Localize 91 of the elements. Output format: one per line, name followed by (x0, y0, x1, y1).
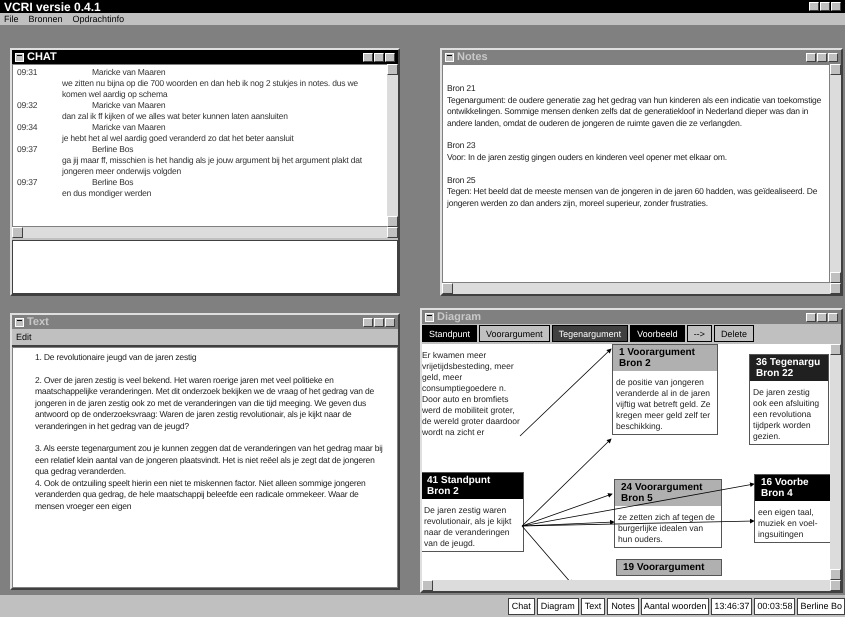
node-header: 16 Voorbe Bron 4 (755, 475, 830, 501)
node-text: de positie van jongeren veranderde al in de jaren vijftig wat betreft geld. Ze kregen meer geld zelf ter beschikking. (615, 376, 712, 433)
node-header: 1 Voorargument Bron 2 (613, 345, 717, 371)
close-button[interactable] (828, 312, 838, 322)
maximize-button[interactable] (820, 2, 830, 11)
close-button[interactable] (828, 52, 838, 62)
message-time: 09:37 (17, 144, 38, 155)
maximize-button[interactable] (817, 52, 827, 62)
diagram-tool-button[interactable]: --> (686, 325, 712, 342)
message-time: 09:34 (17, 122, 38, 133)
chat-input-field[interactable] (12, 240, 398, 294)
node-text: een eigen taal, muziek en voel- ingsuitingen (757, 506, 819, 541)
message-text: ga jij maar ff, misschien is het handig als je jouw argument bij het argument plakt dat jongeren meer onderwijs volgden (60, 155, 363, 177)
minimize-button[interactable] (363, 318, 373, 326)
status-window-button[interactable]: Chat (508, 598, 535, 614)
close-button[interactable] (385, 52, 395, 62)
note-text: Tegenargument: de oudere generatie zag het gedrag van hun kinderen als een indicatie van toekomstige ontwikkelingen. Sommige mensen denken zelfs dat de generatiekloof in Nederland dieper was dan in andere landen, omdat de ouderen de jongeren de ruimte gaven die ze verlangden. (447, 94, 822, 130)
message-text: en dus mondiger werden (61, 188, 152, 199)
node-text: De jaren zestig waren revolutionair, als je kijkt naar de veranderingen van de jeugd. (423, 504, 512, 550)
note-source: Bron 25 (447, 174, 476, 186)
node-text: ze zetten zich af tegen de burgerlijke idealen van hun ouders. (617, 511, 716, 546)
horizontal-scrollbar[interactable] (422, 580, 841, 591)
message-author: Maricke van Maaren (92, 100, 166, 111)
message-author: Berline Bos (92, 144, 134, 155)
status-field: 00:03:58 (754, 598, 796, 614)
minimize-button[interactable] (806, 52, 816, 62)
diagram-tool-button[interactable]: Tegenargument (552, 325, 628, 342)
status-window-button[interactable]: Text (580, 598, 606, 614)
diagram-tool-button[interactable]: Delete (714, 325, 754, 342)
vertical-scrollbar[interactable] (830, 64, 841, 283)
status-window-button[interactable]: Notes (607, 598, 639, 614)
message-time: 09:32 (17, 100, 38, 111)
horizontal-scrollbar[interactable] (442, 283, 841, 294)
minimize-button[interactable] (363, 52, 373, 62)
menu-item[interactable]: Edit (16, 332, 32, 342)
note-text: Tegen: Het beeld dat de meeste mensen van de jongeren in de jaren 60 hadden, was geïdealiseerd. De jongeren werden zo dan anders zijn, moreel superieur, zonder frustraties. (447, 186, 818, 210)
window-icon (445, 52, 454, 62)
window-icon (15, 52, 24, 62)
message-text: dan zal ik ff kijken of we alles wat beter kunnen laten aansluiten (61, 111, 289, 122)
diagram-node[interactable]: 19 Voorargument (616, 559, 722, 576)
note-text: Voor: In de jaren zestig gingen ouders en kinderen veel opener met elkaar om. (447, 152, 728, 164)
node-text: De jaren zestig ook een afsluiting een revolutiona tijdperk worden gezien. (752, 386, 820, 443)
text-paragraph: 1. De revolutionaire jeugd van de jaren zestig (35, 352, 198, 364)
status-field: Aantal woorden (640, 598, 710, 614)
diagram-tool-button[interactable]: Voorbeeld (630, 325, 685, 342)
message-author: Maricke van Maaren (92, 122, 166, 133)
close-button[interactable] (385, 318, 395, 326)
window-title: Text (27, 316, 49, 328)
message-text: je hebt het al wel aardig goed veranderd zo dat het beter aansluit (60, 133, 295, 144)
maximize-button[interactable] (817, 312, 827, 322)
message-text: we zitten nu bijna op die 700 woorden en dan heb ik nog 2 stukjes in notes. dus we komen wel aardig op schema (61, 78, 359, 100)
message-time: 09:31 (17, 67, 38, 78)
vertical-scrollbar[interactable] (387, 64, 398, 227)
status-window-button[interactable]: Diagram (536, 598, 579, 614)
window-title: Notes (457, 51, 488, 63)
note-source: Bron 23 (447, 140, 476, 152)
diagram-node[interactable]: 36 Tegenargu Bron 22 De jaren zestig ook een afsluiting een revolutiona tijdperk worden gezien. (749, 354, 829, 445)
node-text: Er kwamen meer vrijetijdsbesteding, meer geld, meer consumptiegoedere n. Door auto en bromfiets werd de mobiliteit groter, de wereld groter daardoor wordt na zicht er (422, 349, 521, 439)
close-button[interactable] (831, 2, 841, 11)
menu-item[interactable]: Bronnen (28, 14, 63, 24)
node-header: 41 Standpunt Bron 2 (422, 473, 523, 499)
horizontal-scrollbar[interactable] (12, 227, 398, 238)
app-title: VCRI versie 0.4.1 (4, 0, 101, 14)
text-paragraph: 2. Over de jaren zestig is veel bekend. Het waren roerige jaren met veel politieke en maatschappelijke veranderingen. Met dit onderzoek bekijken we de vraag of het gedrag van de jongeren in de jaren zestig ook zo met de veranderingen van die tijd meeging. We geven dus antwoord op de onderzoeksvraag: Waren de jaren zestig revolutionair, als je kijkt naar de veranderingen in het gedrag van de jeugd? (35, 374, 376, 432)
status-field: 13:46:37 (711, 598, 752, 614)
diagram-node[interactable]: 24 Voorargument Bron 5 ze zetten zich af tegen de burgerlijke idealen van hun ouders. (614, 479, 722, 548)
maximize-button[interactable] (374, 52, 384, 62)
status-field: Berline Bo (797, 598, 845, 614)
diagram-node[interactable]: 16 Voorbe Bron 4 een eigen taal, muziek en voel- ingsuitingen (754, 474, 830, 543)
window-icon (425, 312, 434, 322)
minimize-button[interactable] (806, 312, 816, 322)
diagram-node[interactable]: 41 Standpunt Bron 2 De jaren zestig waren revolutionair, als je kijkt naar de veranderingen van de jeugd. (422, 472, 524, 552)
menu-item[interactable]: Opdrachtinfo (72, 14, 124, 24)
diagram-tool-button[interactable]: Voorargument (479, 325, 550, 342)
diagram-tool-button[interactable]: Standpunt (422, 325, 478, 342)
maximize-button[interactable] (374, 318, 384, 326)
node-header: 24 Voorargument Bron 5 (615, 480, 721, 506)
text-paragraph: 4. Ook de ontzuiling speelt hierin een niet te miskennen factor. Niet alleen sommige jongeren veranderden qua gedrag, de hele maatschappij beleefde een radicale ommekeer. Waar de mensen vroeger een eigen (35, 478, 367, 512)
node-header: 36 Tegenargu Bron 22 (750, 355, 828, 381)
message-time: 09:37 (17, 177, 38, 188)
message-author: Berline Bos (92, 177, 134, 188)
text-paragraph: 3. Als eerste tegenargument zou je kunnen zeggen dat de veranderingen van het gedrag maar bij een relatief klein aantal van de jongeren plaatsvindt. Het is niet reëel als je zegt dat de jongeren qua gedrag veranderden. (35, 443, 384, 478)
window-title: Diagram (437, 311, 482, 323)
window-title: CHAT (27, 51, 57, 63)
message-author: Maricke van Maaren (92, 67, 166, 78)
window-icon (15, 318, 24, 326)
menu-item[interactable]: File (4, 14, 19, 24)
vertical-scrollbar[interactable] (830, 344, 841, 580)
minimize-button[interactable] (809, 2, 819, 11)
diagram-node[interactable]: 1 Voorargument Bron 2 de positie van jongeren veranderde al in de jaren vijftig wat betreft geld. Ze kregen meer geld zelf ter beschikking. (612, 344, 718, 435)
note-source: Bron 21 (447, 83, 476, 95)
